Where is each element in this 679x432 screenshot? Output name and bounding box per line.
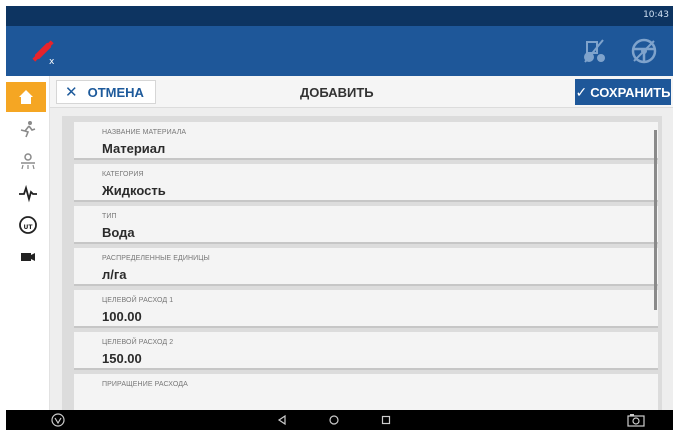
field-label: НАЗВАНИЕ МАТЕРИАЛА (102, 129, 187, 136)
recents-button[interactable] (378, 412, 394, 428)
recents-icon (381, 415, 391, 425)
device-frame: 10:43 x UT ✕ ОТМЕНА ДОБАВИТЬ ✓ СОХРАНИТЬ… (6, 6, 673, 430)
sidebar-item-sprayer[interactable] (10, 146, 46, 176)
back-icon (277, 414, 286, 426)
screenshot-button[interactable] (626, 412, 646, 428)
tractor-icon[interactable] (579, 36, 609, 66)
system-nav-bar (6, 410, 673, 430)
material-form: НАЗВАНИЕ МАТЕРИАЛА Материал КАТЕГОРИЯ Жи… (62, 116, 662, 410)
type-field[interactable]: ТИП Вода (74, 206, 658, 244)
sidebar-item-home[interactable] (6, 82, 46, 112)
cancel-button[interactable]: ✕ ОТМЕНА (56, 80, 156, 104)
cancel-label: ОТМЕНА (87, 84, 144, 100)
rate-increment-field[interactable]: ПРИРАЩЕНИЕ РАСХОДА (74, 374, 658, 410)
field-label: ЦЕЛЕВОЙ РАСХОД 2 (102, 339, 174, 346)
sidebar-item-camera[interactable] (10, 242, 46, 272)
target-rate-1-field[interactable]: ЦЕЛЕВОЙ РАСХОД 1 100.00 (74, 290, 658, 328)
sidebar-item-diagnostics[interactable] (10, 178, 46, 208)
distributed-units-field[interactable]: РАСПРЕДЕЛЕННЫЕ ЕДИНИЦЫ л/га (74, 248, 658, 286)
status-bar: 10:43 (6, 6, 673, 26)
sprayer-icon (21, 153, 35, 170)
field-label: ЦЕЛЕВОЙ РАСХОД 1 (102, 297, 174, 304)
svg-text:UT: UT (24, 224, 34, 231)
sidebar: UT (6, 76, 50, 410)
field-label: ТИП (102, 213, 117, 220)
home-circle-icon (329, 415, 339, 425)
screenshot-icon (627, 414, 645, 427)
material-name-field[interactable]: НАЗВАНИЕ МАТЕРИАЛА Материал (74, 122, 658, 160)
back-button[interactable] (274, 412, 290, 428)
field-label: ПРИРАЩЕНИЕ РАСХОДА (102, 381, 188, 388)
main-content: НАЗВАНИЕ МАТЕРИАЛА Материал КАТЕГОРИЯ Жи… (50, 108, 673, 410)
page-title: ДОБАВИТЬ (300, 85, 374, 100)
sidebar-item-guidance[interactable] (10, 114, 46, 144)
camera-icon (21, 253, 35, 261)
diagnostics-icon (19, 184, 37, 203)
category-field[interactable]: КАТЕГОРИЯ Жидкость (74, 164, 658, 202)
gps-satellite-icon[interactable]: x (28, 36, 58, 66)
save-button[interactable]: ✓ СОХРАНИТЬ (575, 79, 671, 105)
home-button[interactable] (326, 412, 342, 428)
field-value: 100.00 (102, 309, 142, 324)
field-label: КАТЕГОРИЯ (102, 171, 144, 178)
app-logo-button[interactable] (50, 412, 66, 428)
guidance-icon (20, 121, 36, 138)
scrollbar[interactable] (654, 130, 657, 310)
toolbar: ✕ ОТМЕНА ДОБАВИТЬ ✓ СОХРАНИТЬ (50, 76, 673, 108)
field-value: Жидкость (102, 183, 166, 198)
app-logo-icon (51, 413, 65, 427)
field-value: Вода (102, 225, 135, 240)
save-label: СОХРАНИТЬ (590, 84, 671, 100)
steering-wheel-icon[interactable] (629, 36, 659, 66)
svg-text:x: x (49, 57, 55, 66)
close-icon: ✕ (65, 84, 78, 101)
sidebar-item-isobus[interactable]: UT (10, 210, 46, 240)
target-rate-2-field[interactable]: ЦЕЛЕВОЙ РАСХОД 2 150.00 (74, 332, 658, 370)
field-value: Материал (102, 141, 166, 156)
home-icon (19, 90, 33, 104)
status-time: 10:43 (643, 10, 669, 20)
check-icon: ✓ (575, 83, 588, 100)
isobus-ut-icon: UT (19, 216, 37, 234)
app-bar: x (6, 26, 673, 76)
field-label: РАСПРЕДЕЛЕННЫЕ ЕДИНИЦЫ (102, 255, 210, 262)
field-value: 150.00 (102, 351, 142, 366)
field-value: л/га (102, 267, 127, 282)
